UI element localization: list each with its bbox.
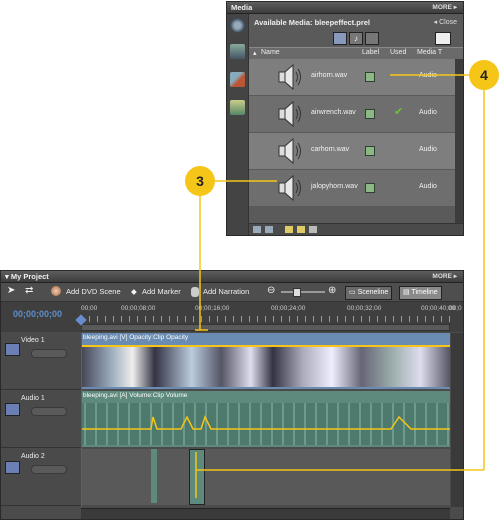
callout-connectors	[195, 74, 485, 498]
callout-3: 3	[185, 166, 215, 196]
callout-4: 4	[469, 60, 499, 90]
